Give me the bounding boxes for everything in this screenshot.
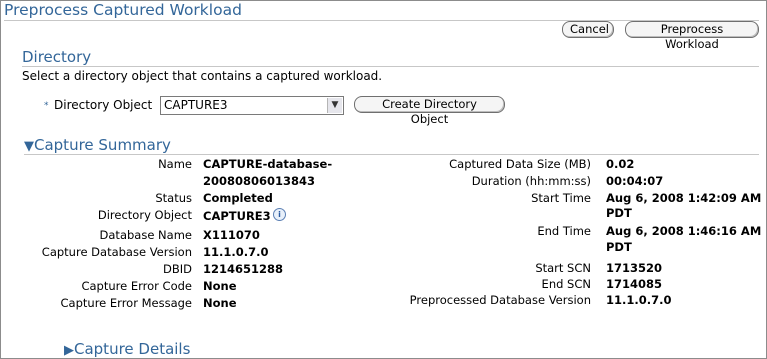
directory-heading: Directory — [22, 48, 92, 66]
summary-value-capture-error-message: None — [203, 296, 237, 310]
summary-value-capture-db-version: 11.1.0.7.0 — [203, 245, 269, 259]
summary-value-database-name: X111070 — [203, 228, 260, 242]
summary-label-end-scn: End SCN — [541, 277, 591, 291]
summary-label-capture-error-message: Capture Error Message — [60, 296, 192, 310]
directory-object-select[interactable]: CAPTURE3 ▼ — [160, 96, 344, 115]
summary-value-start-time: Aug 6, 2008 1:42:09 AM — [606, 191, 762, 205]
summary-label-database-name: Database Name — [99, 228, 192, 242]
summary-label-capture-error-code: Capture Error Code — [81, 279, 192, 293]
summary-value-name: CAPTURE-database- — [203, 157, 333, 171]
capture-details-heading: Capture Details — [74, 340, 191, 358]
triangle-down-icon: ▼ — [24, 139, 34, 154]
directory-divider — [22, 66, 759, 67]
summary-value-dbid: 1214651288 — [203, 262, 284, 276]
summary-label-directory-object: Directory Object — [97, 208, 192, 222]
directory-object-selected: CAPTURE3 — [164, 98, 228, 112]
capture-summary-toggle[interactable]: ▼Capture Summary — [24, 136, 171, 154]
capture-summary-heading: Capture Summary — [34, 136, 171, 154]
required-marker: * — [44, 101, 49, 111]
summary-label-duration: Duration (hh:mm:ss) — [471, 174, 591, 188]
summary-divider — [24, 154, 759, 155]
summary-value-name-cont: 20080806013843 — [203, 174, 316, 188]
summary-value-end-time-tz: PDT — [606, 240, 632, 254]
create-directory-object-button[interactable]: Create Directory Object — [354, 96, 505, 126]
summary-value-directory-object: CAPTURE3 — [203, 209, 271, 223]
summary-label-captured-data-size: Captured Data Size (MB) — [449, 157, 591, 171]
triangle-right-icon: ▶ — [64, 343, 74, 358]
capture-details-toggle[interactable]: ▶Capture Details — [64, 340, 190, 358]
summary-value-duration: 00:04:07 — [606, 174, 664, 188]
summary-label-start-time: Start Time — [531, 191, 591, 205]
summary-label-dbid: DBID — [163, 262, 192, 276]
summary-value-status: Completed — [203, 191, 273, 205]
summary-value-captured-data-size: 0.02 — [606, 157, 635, 171]
directory-object-label: Directory Object — [54, 98, 153, 112]
page-title: Preprocess Captured Workload — [4, 1, 242, 19]
summary-label-capture-db-version: Capture Database Version — [41, 245, 192, 259]
summary-value-start-scn: 1713520 — [606, 261, 663, 275]
preprocess-workload-button[interactable]: Preprocess Workload — [625, 21, 759, 51]
summary-label-preprocessed-db-version: Preprocessed Database Version — [409, 293, 591, 307]
summary-value-preprocessed-db-version: 11.1.0.7.0 — [606, 293, 672, 307]
summary-label-start-scn: Start SCN — [535, 261, 591, 275]
summary-label-name: Name — [158, 157, 192, 171]
summary-label-end-time: End Time — [537, 224, 591, 238]
summary-value-end-time: Aug 6, 2008 1:46:16 AM — [606, 224, 762, 238]
chevron-down-icon[interactable]: ▼ — [327, 98, 342, 113]
summary-value-end-scn: 1714085 — [606, 277, 663, 291]
summary-value-start-time-tz: PDT — [606, 206, 632, 220]
summary-label-status: Status — [155, 191, 192, 205]
info-icon[interactable]: i — [273, 208, 286, 221]
summary-value-capture-error-code: None — [203, 279, 237, 293]
directory-instruction: Select a directory object that contains … — [22, 69, 383, 83]
cancel-button[interactable]: Cancel — [562, 21, 614, 38]
